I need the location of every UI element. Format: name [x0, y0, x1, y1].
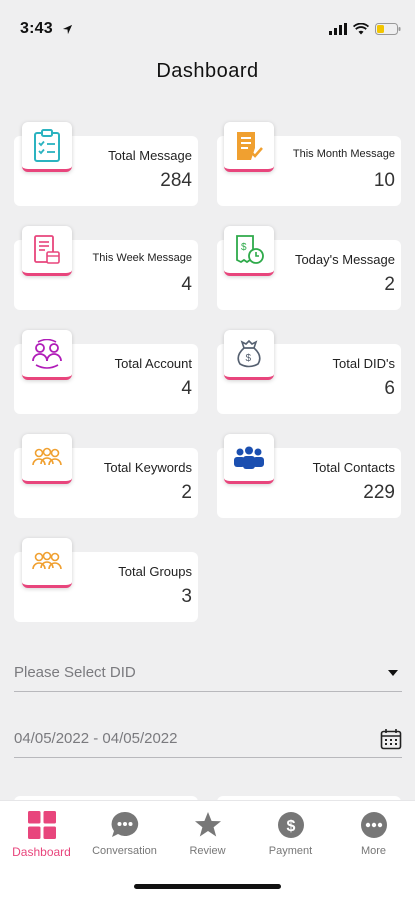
svg-text:$: $	[246, 353, 252, 364]
grid-icon	[0, 809, 83, 841]
tab-payment[interactable]: $ Payment	[249, 809, 332, 857]
tab-label: More	[360, 845, 387, 857]
status-icons	[329, 22, 401, 40]
card-value: 229	[363, 482, 395, 503]
calendar-icon[interactable]	[380, 728, 402, 755]
wifi-icon	[352, 22, 370, 40]
date-range-field[interactable]: 04/05/2022 - 04/05/2022	[14, 728, 402, 758]
card-label: Total Keywords	[103, 460, 192, 475]
tab-conversation[interactable]: Conversation	[83, 809, 166, 857]
home-indicator	[134, 884, 281, 889]
caret-down-icon	[388, 670, 398, 676]
card-label: Total Groups	[118, 564, 192, 579]
card-value: 10	[373, 170, 395, 191]
tab-review[interactable]: Review	[166, 809, 249, 857]
tab-label: Review	[189, 845, 226, 857]
card-label: Total DID's	[332, 356, 395, 371]
users-cycle-icon	[22, 330, 72, 380]
card-value: 3	[181, 586, 192, 607]
money-bag-icon: $	[224, 330, 274, 380]
svg-text:$: $	[286, 818, 295, 835]
group-icon	[22, 434, 72, 484]
tab-dashboard[interactable]: Dashboard	[0, 809, 83, 859]
tab-more[interactable]: More	[332, 809, 415, 857]
status-time: 3:43	[20, 20, 53, 37]
card-value: 2	[181, 482, 192, 503]
document-calendar-icon	[22, 226, 72, 276]
receipt-clock-icon: $	[224, 226, 274, 276]
card-label: Total Account	[114, 356, 192, 371]
page-title: Dashboard	[156, 60, 259, 82]
contacts-group-icon	[224, 434, 274, 484]
svg-text:$: $	[241, 242, 247, 253]
clipboard-check-icon	[22, 122, 72, 172]
tab-label: Conversation	[92, 845, 157, 857]
more-icon	[332, 809, 415, 841]
status-bar: 3:43	[0, 0, 415, 48]
tab-label: Payment	[268, 845, 313, 857]
star-icon	[166, 809, 249, 841]
card-label: This Month Message	[292, 148, 395, 160]
tab-label: Dashboard	[12, 845, 71, 859]
card-value: 2	[384, 274, 395, 295]
card-label: Total Contacts	[312, 460, 395, 475]
battery-icon	[375, 22, 401, 40]
document-check-icon	[224, 122, 274, 172]
card-label: This Week Message	[92, 252, 192, 264]
signal-icon	[329, 22, 347, 40]
card-value: 6	[384, 378, 395, 399]
chat-icon	[83, 809, 166, 841]
date-range-value: 04/05/2022 - 04/05/2022	[14, 730, 178, 747]
did-select[interactable]: Please Select DID	[14, 662, 402, 692]
location-arrow-icon	[62, 22, 73, 40]
card-label: Total Message	[108, 148, 192, 163]
card-value: 4	[181, 378, 192, 399]
did-select-value: Please Select DID	[14, 664, 136, 681]
card-value: 284	[160, 170, 192, 191]
card-value: 4	[181, 274, 192, 295]
card-label: Today's Message	[294, 252, 395, 267]
dollar-icon: $	[249, 809, 332, 841]
group-icon	[22, 538, 72, 588]
